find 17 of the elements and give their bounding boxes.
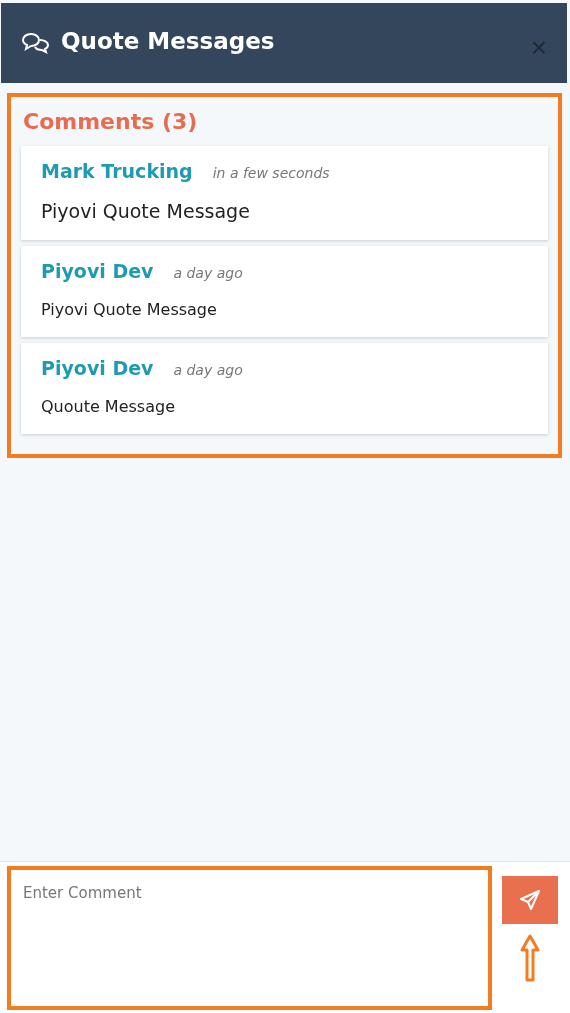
comment-author: Piyovi Dev: [41, 260, 154, 282]
comment-time: a day ago: [173, 362, 243, 378]
comment-text: Quoute Message: [41, 397, 176, 416]
comment-time: in a few seconds: [212, 165, 330, 181]
send-button[interactable]: [502, 876, 558, 924]
chat-bubbles-icon: [21, 31, 51, 55]
up-arrow-icon: [520, 934, 540, 982]
window-title: Quote Messages: [61, 28, 276, 54]
paper-plane-icon: [519, 889, 541, 911]
comment-time: a day ago: [173, 265, 243, 281]
comments-heading: Comments (3): [23, 109, 199, 134]
comment-field[interactable]: Enter Comment: [7, 866, 492, 1010]
comment-author: Piyovi Dev: [41, 357, 154, 379]
close-button[interactable]: ×: [530, 34, 547, 62]
comment-text: Piyovi Quote Message: [41, 200, 251, 222]
comment-author: Mark Trucking: [41, 160, 193, 182]
comment-text: Piyovi Quote Message: [41, 300, 218, 319]
